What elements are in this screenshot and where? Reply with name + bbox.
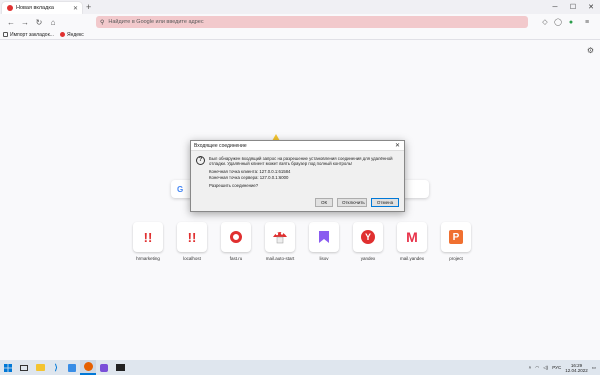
app-button[interactable] <box>64 360 80 375</box>
firefox-tab-icon <box>7 5 13 11</box>
new-tab-button[interactable]: + <box>86 2 91 12</box>
address-input[interactable] <box>108 19 489 25</box>
beats-icon <box>230 231 242 243</box>
back-button[interactable]: ← <box>4 15 18 29</box>
account-icon[interactable]: ◯ <box>553 17 563 27</box>
dialog-close-icon[interactable]: ✕ <box>395 142 400 149</box>
tile-localhost[interactable]: !! localhost <box>177 222 207 261</box>
vscode-button[interactable]: ⟩ <box>48 360 64 375</box>
exclamation-icon: !! <box>143 229 153 245</box>
mushroom-icon <box>273 232 287 244</box>
tile-mail-auto-start[interactable]: mail.auto-start <box>265 222 295 261</box>
volume-icon[interactable]: ◁) <box>543 365 548 371</box>
terminal-button[interactable] <box>112 360 128 375</box>
bookmark-yandex[interactable]: Яндекс <box>59 31 84 38</box>
home-button[interactable]: ⌂ <box>46 15 60 29</box>
incoming-connection-dialog: Входящее соединение ✕ ? Был обнаружен вх… <box>190 140 405 212</box>
tab-new-tab[interactable]: Новая вкладка ✕ <box>2 2 82 14</box>
dialog-buttons: ОК Отключить Отмена <box>315 198 399 207</box>
app-icon <box>100 363 108 372</box>
taskview-icon <box>20 364 28 371</box>
tile-label: fast.ru <box>229 256 243 261</box>
start-button[interactable] <box>0 360 16 375</box>
tile-box <box>221 222 251 252</box>
tile-label: localhost <box>183 256 201 261</box>
exclamation-icon: !! <box>187 229 197 245</box>
tile-box <box>265 222 295 252</box>
gear-icon[interactable]: ⚙ <box>587 46 594 55</box>
tile-label: project <box>449 256 463 261</box>
tile-lisov[interactable]: lisov <box>309 222 339 261</box>
disconnect-button[interactable]: Отключить <box>337 198 367 207</box>
forward-button[interactable]: → <box>18 15 32 29</box>
yandex-icon <box>59 32 65 37</box>
explorer-button[interactable] <box>32 360 48 375</box>
bookmark-label: Импорт закладок... <box>10 31 54 38</box>
taskview-button[interactable] <box>16 360 32 375</box>
dialog-body: ? Был обнаружен входящий запрос на разре… <box>191 151 404 188</box>
tile-yandex[interactable]: Y yandex <box>353 222 383 261</box>
folder-icon <box>35 364 45 371</box>
clock[interactable]: 16:29 12.04.2022 <box>565 363 588 373</box>
windows-icon <box>4 363 12 372</box>
tile-label: hrmarketing <box>136 256 160 261</box>
p-icon: P <box>449 230 463 244</box>
search-icon: ⚲ <box>100 19 105 26</box>
tile-box: !! <box>177 222 207 252</box>
tile-hrmarketing[interactable]: !! hrmarketing <box>133 222 163 261</box>
tile-project[interactable]: P project <box>441 222 471 261</box>
dialog-question: Разрешить соединение? <box>209 182 259 188</box>
tile-label: mail.yandex <box>399 256 424 261</box>
tile-label: yandex <box>360 256 376 261</box>
tile-label: lisov <box>319 256 329 261</box>
vscode-icon: ⟩ <box>54 363 58 372</box>
tile-box: P <box>441 222 471 252</box>
firefox-icon <box>83 362 93 371</box>
menu-icon[interactable]: ≡ <box>582 17 592 27</box>
tile-fast[interactable]: fast.ru <box>221 222 251 261</box>
system-tray: ˄ ◠ ◁) РУС 16:29 12.04.2022 ▭ <box>529 360 596 375</box>
dialog-titlebar: Входящее соединение ✕ <box>191 141 404 151</box>
m-icon: M <box>406 229 418 245</box>
terminal-icon <box>115 364 125 371</box>
address-bar[interactable]: ⚲ <box>96 16 528 28</box>
clock-date: 12.04.2022 <box>565 367 588 373</box>
yandex-icon: Y <box>361 230 375 244</box>
minimize-button[interactable]: ─ <box>546 0 564 14</box>
bookmark-label: Яндекс <box>66 31 84 38</box>
tile-box: Y <box>353 222 383 252</box>
tile-box <box>309 222 339 252</box>
notifications-icon[interactable]: ▭ <box>592 365 596 371</box>
question-icon: ? <box>196 156 205 165</box>
google-icon: G <box>177 184 184 194</box>
app-icon <box>68 363 76 372</box>
import-icon <box>3 32 8 37</box>
tab-close-icon[interactable]: ✕ <box>73 5 78 12</box>
chevron-up-icon[interactable]: ˄ <box>529 365 532 370</box>
bookmark-import[interactable]: Импорт закладок... <box>3 32 54 38</box>
tile-box: M <box>397 222 427 252</box>
reload-button[interactable]: ↻ <box>32 15 46 29</box>
language-indicator[interactable]: РУС <box>552 365 561 370</box>
taskbar: ⟩ ˄ ◠ ◁) РУС 16:29 12.04.2022 ▭ <box>0 360 600 375</box>
pocket-icon[interactable]: ◇ <box>540 17 550 27</box>
tab-strip: Новая вкладка ✕ + ─ ☐ ✕ <box>0 0 600 14</box>
extension-icon[interactable]: ● <box>566 17 576 27</box>
firefox-button[interactable] <box>80 360 96 375</box>
network-icon[interactable]: ◠ <box>535 365 539 371</box>
tile-label: mail.auto-start <box>265 256 295 261</box>
tab-title: Новая вкладка <box>16 5 54 11</box>
cancel-button[interactable]: Отмена <box>371 198 399 207</box>
close-window-button[interactable]: ✕ <box>582 0 600 14</box>
maximize-button[interactable]: ☐ <box>564 0 582 14</box>
server-endpoint: Конечная точка сервера: 127.0.0.1:6000 <box>209 174 289 180</box>
ok-button[interactable]: ОК <box>315 198 333 207</box>
dialog-title: Входящее соединение <box>194 142 247 149</box>
bookmarks-bar: Импорт закладок... Яндекс <box>0 30 600 40</box>
bookmark-icon <box>319 231 329 243</box>
dialog-message: Был обнаружен входящий запрос на разреше… <box>209 156 393 167</box>
app-button[interactable] <box>96 360 112 375</box>
tile-box: !! <box>133 222 163 252</box>
tile-mail-yandex[interactable]: M mail.yandex <box>397 222 427 261</box>
